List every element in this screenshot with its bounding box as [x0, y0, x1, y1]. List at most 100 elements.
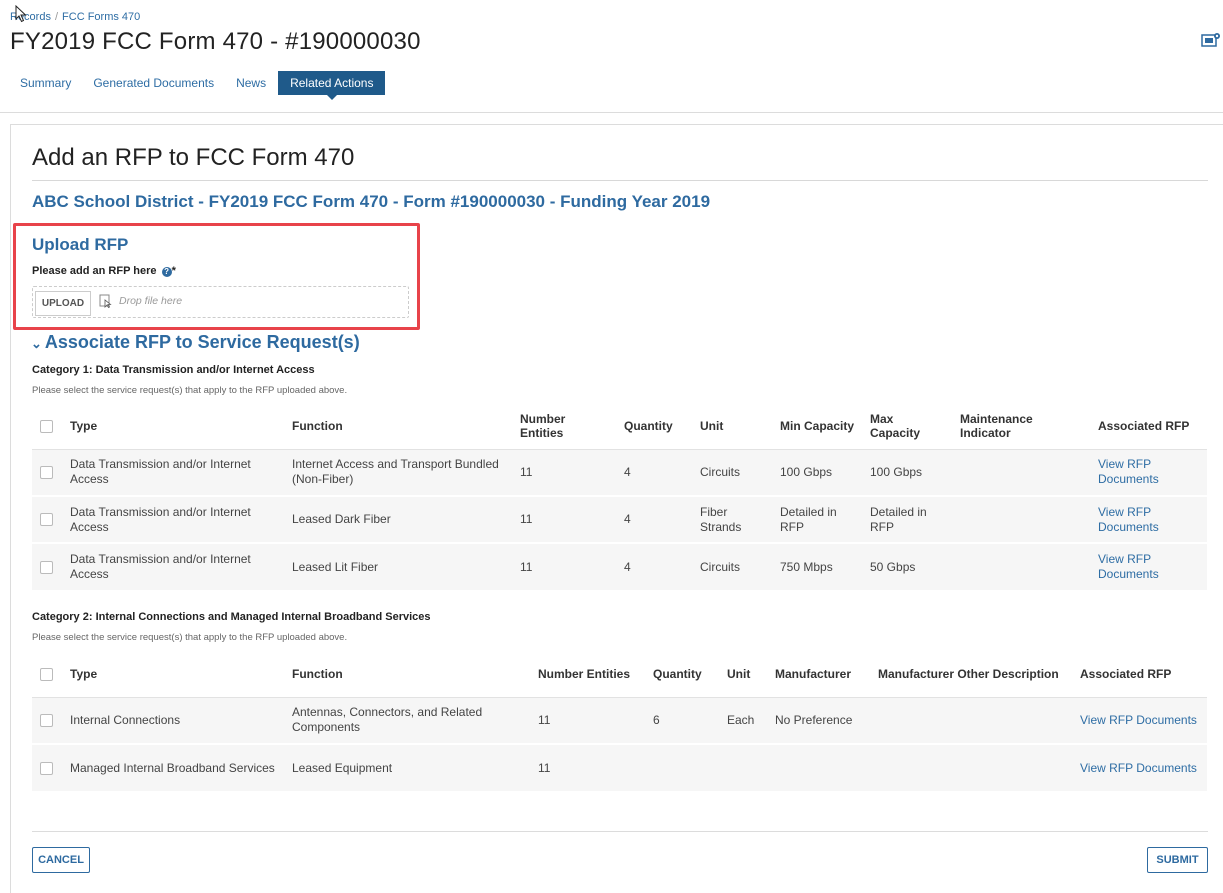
- associate-section-toggle[interactable]: ⌄ Associate RFP to Service Request(s): [31, 332, 360, 353]
- cell-type: Data Transmission and/or Internet Access: [62, 495, 284, 543]
- cell-function: Antennas, Connectors, and Related Compon…: [284, 696, 530, 744]
- cell-min-capacity: Detailed in RFP: [772, 495, 862, 543]
- column-header: Number Entities: [512, 404, 616, 450]
- cell-quantity: 4: [616, 448, 692, 496]
- column-header: Associated RFP: [1072, 652, 1207, 698]
- cell-manufacturer-other: [870, 696, 1072, 744]
- cell-min-capacity: 100 Gbps: [772, 448, 862, 496]
- category1-table: Type Function Number Entities Quantity U…: [32, 404, 1207, 590]
- upload-rfp-title: Upload RFP: [32, 235, 129, 254]
- row-checkbox[interactable]: [40, 560, 53, 574]
- category2-title: Category 2: Internal Connections and Man…: [32, 611, 431, 623]
- cell-manufacturer: [767, 743, 870, 791]
- column-header: Type: [62, 404, 284, 450]
- upload-field-label: Please add an RFP here ? *: [32, 265, 176, 277]
- cell-max-capacity: Detailed in RFP: [862, 495, 952, 543]
- row-checkbox[interactable]: [40, 513, 53, 527]
- cell-quantity: 4: [616, 542, 692, 590]
- cell-maintenance: [952, 495, 1090, 543]
- column-header: Function: [284, 404, 512, 450]
- submit-button[interactable]: SUBMIT: [1147, 847, 1208, 873]
- cell-unit: [719, 743, 767, 791]
- column-header: Quantity: [645, 652, 719, 698]
- required-marker: *: [171, 265, 176, 277]
- cell-type: Internal Connections: [62, 696, 284, 744]
- column-header: Quantity: [616, 404, 692, 450]
- header-divider: [0, 112, 1223, 113]
- category1-hint: Please select the service request(s) tha…: [32, 385, 348, 396]
- view-rfp-documents-link[interactable]: View RFP Documents: [1080, 761, 1197, 775]
- cell-maintenance: [952, 448, 1090, 496]
- category2-hint: Please select the service request(s) tha…: [32, 632, 348, 643]
- row-checkbox[interactable]: [40, 714, 53, 728]
- tab-summary[interactable]: Summary: [10, 71, 83, 95]
- help-icon[interactable]: ?: [161, 267, 172, 277]
- cell-min-capacity: 750 Mbps: [772, 542, 862, 590]
- select-all-cell: [32, 404, 62, 450]
- table-row: Data Transmission and/or Internet Access…: [32, 542, 1207, 590]
- cell-unit: Circuits: [692, 448, 772, 496]
- cell-entities: 11: [530, 743, 645, 791]
- footer-divider: [32, 831, 1208, 832]
- view-rfp-documents-link[interactable]: View RFP Documents: [1080, 713, 1197, 727]
- chevron-down-icon: ⌄: [31, 336, 42, 351]
- row-checkbox[interactable]: [40, 761, 53, 775]
- column-header: Function: [284, 652, 530, 698]
- column-header: Associated RFP: [1090, 404, 1207, 450]
- mouse-cursor-icon: [15, 5, 27, 23]
- select-all-checkbox[interactable]: [40, 420, 53, 434]
- tab-related-actions[interactable]: Related Actions: [278, 71, 386, 100]
- cell-unit: Each: [719, 696, 767, 744]
- cell-function: Leased Lit Fiber: [284, 542, 512, 590]
- tab-bar: Summary Generated Documents News Related…: [10, 71, 386, 100]
- breadcrumb-forms-link[interactable]: FCC Forms 470: [62, 11, 140, 23]
- column-header: Unit: [692, 404, 772, 450]
- upload-button[interactable]: UPLOAD: [35, 291, 91, 316]
- view-rfp-documents-link[interactable]: View RFP Documents: [1098, 457, 1159, 486]
- cell-type: Managed Internal Broadband Services: [62, 743, 284, 791]
- view-rfp-documents-link[interactable]: View RFP Documents: [1098, 505, 1159, 534]
- row-checkbox[interactable]: [40, 466, 53, 480]
- cell-function: Leased Dark Fiber: [284, 495, 512, 543]
- drop-file-placeholder: Drop file here: [119, 295, 183, 307]
- associate-title-text: Associate RFP to Service Request(s): [44, 332, 360, 352]
- cell-quantity: 4: [616, 495, 692, 543]
- select-all-checkbox[interactable]: [40, 668, 53, 682]
- column-header: Max Capacity: [862, 404, 952, 450]
- table-header-row: Type Function Number Entities Quantity U…: [32, 404, 1207, 450]
- cell-quantity: 6: [645, 696, 719, 744]
- cell-quantity: [645, 743, 719, 791]
- table-header-row: Type Function Number Entities Quantity U…: [32, 652, 1207, 698]
- cancel-button[interactable]: CANCEL: [32, 847, 90, 873]
- table-row: Internal Connections Antennas, Connector…: [32, 696, 1207, 744]
- cell-type: Data Transmission and/or Internet Access: [62, 448, 284, 496]
- category1-title: Category 1: Data Transmission and/or Int…: [32, 364, 315, 376]
- select-all-cell: [32, 652, 62, 698]
- cell-maintenance: [952, 542, 1090, 590]
- form-settings-icon[interactable]: [1201, 32, 1221, 48]
- district-title: ABC School District - FY2019 FCC Form 47…: [32, 192, 711, 211]
- cell-manufacturer-other: [870, 743, 1072, 791]
- cell-unit: Circuits: [692, 542, 772, 590]
- column-header: Maintenance Indicator: [952, 404, 1090, 450]
- table-row: Managed Internal Broadband Services Leas…: [32, 743, 1207, 791]
- column-header: Type: [62, 652, 284, 698]
- breadcrumb-separator: /: [54, 11, 59, 23]
- cell-max-capacity: 100 Gbps: [862, 448, 952, 496]
- view-rfp-documents-link[interactable]: View RFP Documents: [1098, 552, 1159, 581]
- cell-type: Data Transmission and/or Internet Access: [62, 542, 284, 590]
- cell-manufacturer: No Preference: [767, 696, 870, 744]
- table-row: Data Transmission and/or Internet Access…: [32, 448, 1207, 496]
- tab-generated-documents[interactable]: Generated Documents: [83, 71, 226, 95]
- column-header: Min Capacity: [772, 404, 862, 450]
- heading-divider: [32, 180, 1208, 181]
- section-heading: Add an RFP to FCC Form 470: [32, 144, 355, 171]
- cell-function: Internet Access and Transport Bundled (N…: [284, 448, 512, 496]
- cell-entities: 11: [512, 495, 616, 543]
- cell-max-capacity: 50 Gbps: [862, 542, 952, 590]
- cell-entities: 11: [512, 448, 616, 496]
- cell-function: Leased Equipment: [284, 743, 530, 791]
- cell-unit: Fiber Strands: [692, 495, 772, 543]
- tab-news[interactable]: News: [226, 71, 278, 95]
- column-header: Manufacturer: [767, 652, 870, 698]
